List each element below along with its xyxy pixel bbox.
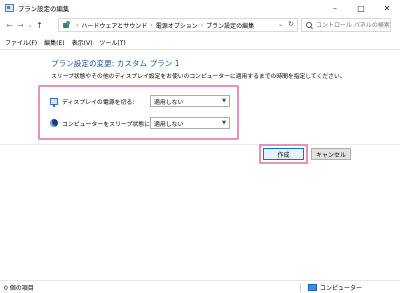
- moon-icon: [50, 119, 58, 127]
- menu-file[interactable]: ファイル(F): [5, 38, 37, 47]
- breadcrumb-separator-icon: ›: [76, 21, 79, 29]
- display-off-value: 適用しない: [154, 99, 184, 106]
- close-button[interactable]: ✕: [374, 0, 400, 16]
- create-button[interactable]: 作成: [263, 148, 304, 160]
- breadcrumb-power-options[interactable]: 電源オプション: [156, 21, 198, 30]
- content-divider: [0, 144, 400, 145]
- window-title: プラン設定の編集: [18, 4, 70, 13]
- display-off-label: ディスプレイの電源を切る:: [62, 99, 135, 106]
- status-separator: [300, 283, 301, 292]
- status-location-label: コンピューター: [320, 285, 363, 292]
- item-count: 0 個の項目: [4, 284, 34, 292]
- power-options-app-icon: [5, 4, 14, 12]
- display-off-select[interactable]: 適用しない ▼: [150, 95, 230, 107]
- control-panel-icon: [63, 21, 71, 29]
- breadcrumb-hardware-sound[interactable]: ハードウェアとサウンド: [81, 21, 147, 30]
- settings-highlight-box: [38, 85, 239, 140]
- status-bar: 0 個の項目 コンピューター: [0, 280, 400, 293]
- page-description: スリープ状態やその他のディスプレイ設定をお使いのコンピューターに適用するまでの時…: [51, 74, 346, 80]
- breadcrumb-separator-icon: ›: [200, 21, 204, 29]
- navigation-bar: ← → ⌄ ↑ › ハードウェアとサウンド › 電源オプション › プラン設定の…: [0, 16, 400, 35]
- computer-icon: [308, 284, 317, 291]
- forward-arrow-icon[interactable]: →: [15, 20, 26, 32]
- cancel-button[interactable]: キャンセル: [311, 148, 351, 160]
- menu-tools[interactable]: ツール(T): [99, 38, 125, 47]
- sleep-label: コンピューターをスリープ状態にする:: [62, 121, 164, 128]
- address-dropdown-chevron-icon[interactable]: ⌄: [278, 21, 283, 28]
- search-input[interactable]: [316, 21, 390, 29]
- display-off-setting: ディスプレイの電源を切る:: [50, 95, 134, 107]
- menu-bar: ファイル(F) 編集(E) 表示(V) ツール(T): [0, 36, 400, 49]
- search-icon: [306, 21, 312, 29]
- status-location: コンピューター: [308, 283, 362, 292]
- sleep-value: 適用しない: [154, 121, 184, 128]
- page-title: プラン設定の変更: カスタム プラン 1: [51, 59, 180, 68]
- maximize-button[interactable]: □: [348, 0, 374, 16]
- breadcrumb-edit-plan[interactable]: プラン設定の編集: [206, 21, 254, 30]
- minimize-button[interactable]: –: [322, 0, 348, 16]
- address-bar[interactable]: › ハードウェアとサウンド › 電源オプション › プラン設定の編集 ⌄ ↻: [58, 18, 298, 32]
- chevron-down-icon: ▼: [222, 120, 226, 126]
- sleep-setting: コンピューターをスリープ状態にする:: [50, 117, 164, 129]
- back-arrow-icon[interactable]: ←: [4, 20, 15, 32]
- control-panel-window: プラン設定の編集 – □ ✕ ← → ⌄ ↑ › ハードウェアとサウンド › 電…: [0, 0, 400, 293]
- chevron-down-icon: ▼: [222, 98, 226, 104]
- menu-view[interactable]: 表示(V): [72, 38, 93, 47]
- search-box[interactable]: [301, 18, 391, 32]
- monitor-icon: [50, 97, 58, 107]
- window-controls: – □ ✕: [322, 0, 400, 16]
- refresh-icon[interactable]: ↻: [288, 20, 294, 28]
- up-arrow-icon[interactable]: ↑: [34, 20, 45, 32]
- menu-edit[interactable]: 編集(E): [44, 38, 64, 47]
- title-bar: プラン設定の編集 – □ ✕: [0, 0, 400, 16]
- breadcrumb-separator-icon: ›: [150, 21, 153, 29]
- menu-divider: [0, 49, 400, 50]
- recent-locations-chevron-icon[interactable]: ⌄: [26, 20, 34, 32]
- sleep-select[interactable]: 適用しない ▼: [150, 117, 230, 129]
